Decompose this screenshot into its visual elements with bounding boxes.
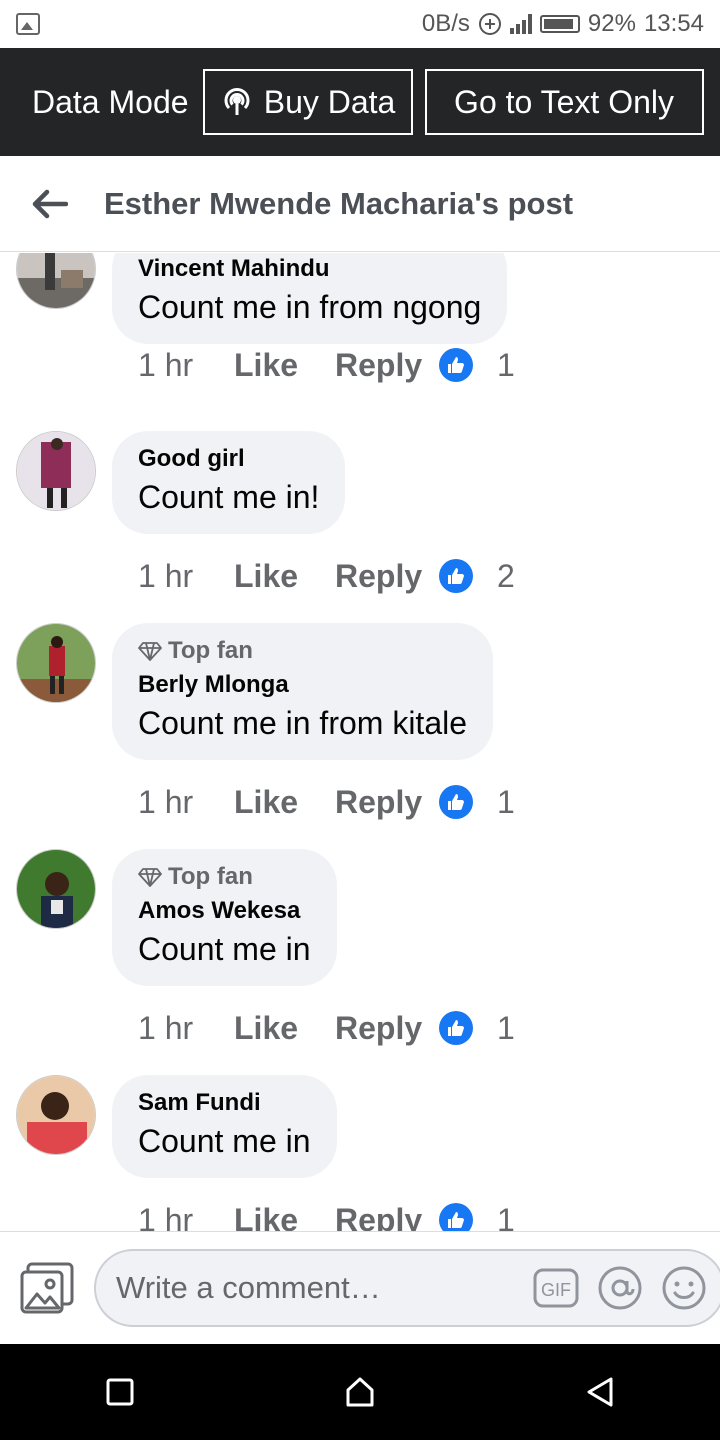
reply-button[interactable]: Reply (335, 784, 439, 821)
comment-bubble[interactable]: Good girl Count me in! (112, 431, 346, 534)
like-button[interactable]: Like (234, 1202, 335, 1232)
gallery-notification-icon (16, 13, 40, 35)
comment-actions: 1 hr Like Reply 1 (138, 1200, 527, 1231)
status-right: 0B/s 92% 13:54 (422, 10, 704, 38)
comment-composer: GIF (0, 1231, 720, 1344)
thumbs-up-icon (439, 785, 473, 819)
reaction-count[interactable]: 1 (497, 1010, 527, 1047)
comment-text: Count me in! (138, 479, 320, 515)
commenter-name[interactable]: Good girl (138, 445, 319, 473)
comment-bubble[interactable]: Top fan Amos Wekesa Count me in (112, 849, 337, 986)
comment-time[interactable]: 1 hr (138, 347, 234, 384)
thumbs-up-icon (439, 1011, 473, 1045)
network-speed: 0B/s (421, 10, 470, 37)
comment-input[interactable] (116, 1270, 515, 1306)
avatar[interactable] (16, 1075, 96, 1155)
commenter-name[interactable]: Sam Fundi (138, 1089, 311, 1117)
comment-bubble[interactable]: Sam Fundi Count me in (112, 1075, 337, 1178)
battery-icon (539, 15, 580, 33)
reply-button[interactable]: Reply (335, 347, 439, 384)
diamond-icon (138, 642, 162, 661)
avatar[interactable] (16, 849, 96, 929)
reply-button[interactable]: Reply (335, 1202, 439, 1232)
system-back-button[interactable] (560, 1352, 640, 1432)
commenter-name[interactable]: Vincent Mahindu (138, 255, 481, 283)
comment-input-wrapper: GIF (94, 1249, 720, 1327)
data-mode-bar: Data Mode Buy Data Go to Text Only (0, 48, 720, 156)
avatar[interactable] (16, 431, 96, 511)
text-only-button[interactable]: Go to Text Only (424, 69, 704, 135)
comment-list: Vincent Mahindu Count me in from ngong 1… (0, 253, 720, 1231)
photo-button[interactable] (20, 1260, 74, 1316)
at-icon (598, 1266, 642, 1310)
back-button[interactable] (0, 156, 100, 252)
like-button[interactable]: Like (234, 558, 335, 595)
reaction-count[interactable]: 1 (497, 784, 527, 821)
gif-button[interactable]: GIF (533, 1265, 579, 1311)
emoji-button[interactable] (661, 1265, 707, 1311)
photo-icon (20, 1262, 74, 1314)
comment-time[interactable]: 1 hr (138, 558, 234, 595)
top-fan-badge: Top fan (138, 863, 311, 891)
top-fan-badge: Top fan (138, 637, 467, 665)
thumbs-up-icon (439, 559, 473, 593)
comment-actions: 1 hr Like Reply 1 (138, 345, 527, 385)
post-header: Esther Mwende Macharia's post (0, 156, 720, 252)
text-only-label: Go to Text Only (454, 83, 674, 120)
back-arrow-icon (32, 189, 68, 218)
avatar[interactable] (16, 253, 96, 309)
reaction-count[interactable]: 1 (497, 347, 527, 384)
comment-time[interactable]: 1 hr (138, 1202, 234, 1232)
thumbs-up-icon (439, 348, 473, 382)
mention-button[interactable] (597, 1265, 643, 1311)
commenter-name[interactable]: Berly Mlonga (138, 671, 467, 699)
like-button[interactable]: Like (234, 347, 335, 384)
smiley-icon (662, 1266, 706, 1310)
comment-actions: 1 hr Like Reply 2 (138, 556, 527, 596)
home-icon (346, 1377, 374, 1407)
home-button[interactable] (320, 1352, 400, 1432)
broadcast-icon (224, 88, 250, 115)
comment-actions: 1 hr Like Reply 1 (138, 782, 527, 822)
diamond-icon (138, 868, 162, 887)
data-saver-icon (478, 13, 501, 35)
comment-text: Count me in from kitale (138, 705, 468, 741)
buy-data-button[interactable]: Buy Data (202, 69, 413, 135)
signal-icon (509, 14, 532, 34)
reaction-count[interactable]: 1 (497, 1202, 527, 1232)
comment-bubble[interactable]: Vincent Mahindu Count me in from ngong (112, 253, 508, 344)
comment-actions: 1 hr Like Reply 1 (138, 1008, 527, 1048)
reply-button[interactable]: Reply (335, 558, 439, 595)
recents-button[interactable] (80, 1352, 160, 1432)
comment-time[interactable]: 1 hr (138, 1010, 234, 1047)
square-icon (106, 1378, 134, 1406)
like-button[interactable]: Like (234, 1010, 335, 1047)
page-title: Esther Mwende Macharia's post (104, 185, 574, 221)
like-button[interactable]: Like (234, 784, 335, 821)
comment-bubble[interactable]: Top fan Berly Mlonga Count me in from ki… (112, 623, 494, 760)
status-bar: 0B/s 92% 13:54 (0, 0, 720, 48)
gif-label: GIF (541, 1280, 571, 1300)
avatar[interactable] (16, 623, 96, 703)
commenter-name[interactable]: Amos Wekesa (138, 897, 311, 925)
battery-percent: 92% (587, 10, 636, 37)
comment-text: Count me in (138, 931, 311, 967)
data-mode-label: Data Mode (32, 83, 189, 120)
comment-text: Count me in from ngong (138, 289, 482, 325)
thumbs-up-icon (439, 1203, 473, 1231)
reply-button[interactable]: Reply (335, 1010, 439, 1047)
top-fan-label: Top fan (168, 863, 253, 890)
comment-text: Count me in (138, 1123, 311, 1159)
reaction-count[interactable]: 2 (497, 558, 527, 595)
triangle-back-icon (587, 1377, 613, 1407)
clock: 13:54 (643, 10, 704, 37)
comment-time[interactable]: 1 hr (138, 784, 234, 821)
buy-data-label: Buy Data (263, 83, 396, 120)
system-nav-bar (0, 1344, 720, 1440)
top-fan-label: Top fan (168, 637, 253, 664)
